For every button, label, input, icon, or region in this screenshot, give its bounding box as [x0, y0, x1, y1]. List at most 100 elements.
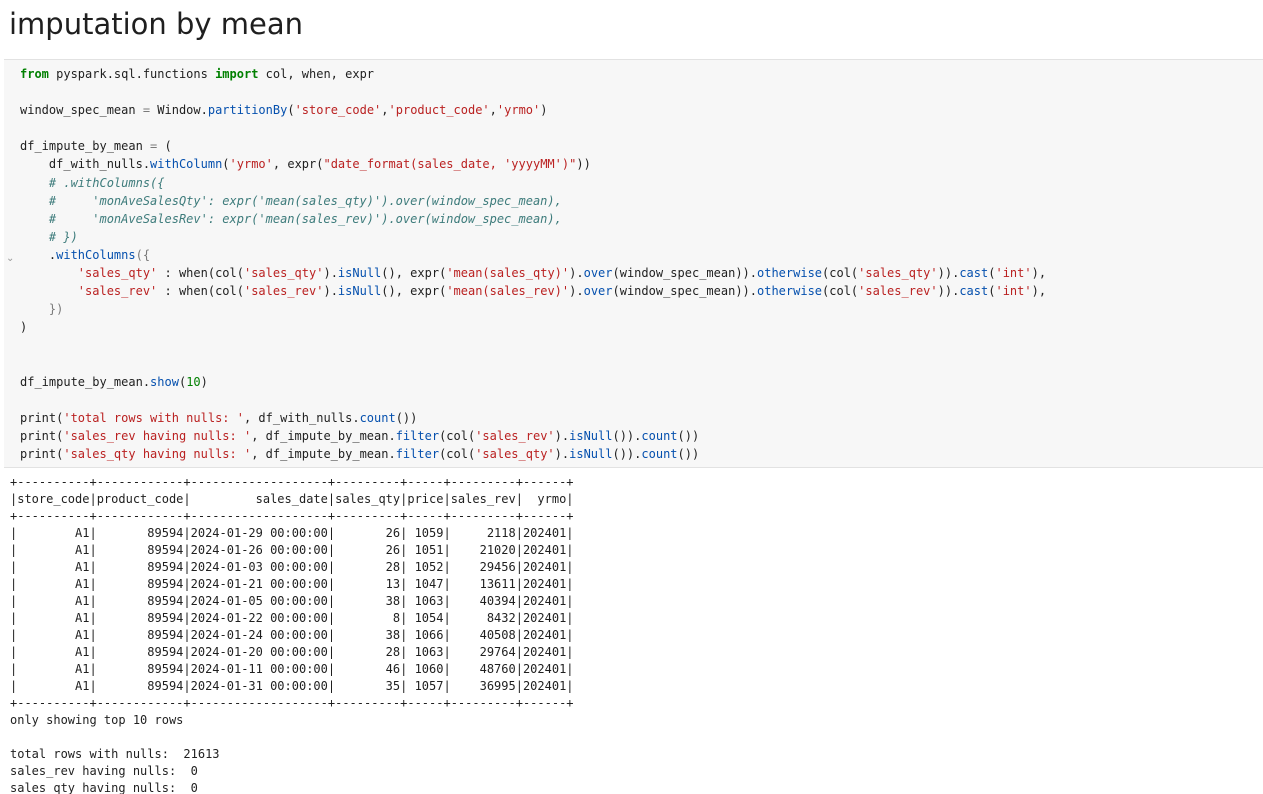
- code-token: show: [150, 374, 179, 389]
- code-token: (window_spec_mean)).: [612, 266, 758, 281]
- code-token: }): [48, 302, 64, 317]
- code-token: isNull: [569, 428, 613, 443]
- code-token: ,: [381, 103, 389, 118]
- code-token: (col(: [822, 284, 859, 299]
- code-token: ()).: [612, 428, 642, 443]
- code-token: ({: [135, 247, 151, 262]
- code-token: Window.: [150, 103, 208, 118]
- code-token: # 'monAveSalesRev': expr('mean(sales_rev…: [20, 211, 562, 226]
- code-token: # }): [20, 229, 78, 244]
- code-token: col, when, expr: [258, 67, 375, 81]
- code-line: # 'monAveSalesRev': expr('mean(sales_rev…: [20, 210, 1046, 228]
- code-line: print('total rows with nulls: ', df_with…: [20, 409, 1046, 427]
- code-token: , df_with_nulls.: [243, 410, 360, 425]
- code-line: print('sales_qty having nulls: ', df_imp…: [20, 445, 1046, 463]
- code-token: isNull: [337, 266, 382, 281]
- code-token: count: [641, 428, 678, 443]
- code-token: ).: [569, 266, 584, 281]
- code-token: (), expr(: [381, 266, 447, 281]
- code-token: (: [222, 157, 230, 172]
- code-token: isNull: [337, 284, 382, 299]
- code-token: ).: [554, 428, 570, 443]
- output-line: total rows with nulls: 21613: [10, 747, 220, 761]
- output-line: | A1| 89594|2024-01-20 00:00:00| 28| 106…: [10, 645, 574, 659]
- code-token: 'mean(sales_qty)': [446, 266, 570, 281]
- code-line: # .withColumns({: [20, 174, 1046, 192]
- code-line: ): [20, 318, 1046, 336]
- output-line: | A1| 89594|2024-01-21 00:00:00| 13| 104…: [10, 577, 574, 591]
- section-heading: imputation by mean: [9, 7, 304, 41]
- output-line: | A1| 89594|2024-01-03 00:00:00| 28| 105…: [10, 560, 574, 574]
- code-token: print(: [20, 410, 64, 425]
- code-line: from pyspark.sql.functions import col, w…: [20, 65, 1046, 83]
- code-token: 'sales_rev': [475, 428, 555, 443]
- code-token: df_impute_by_mean: [20, 139, 151, 154]
- code-token: ).: [323, 266, 338, 281]
- code-token: print(: [20, 446, 64, 461]
- code-token: (), expr(: [381, 284, 447, 299]
- code-token: ).: [554, 446, 570, 461]
- code-token: print(: [20, 428, 64, 443]
- code-token: 'sales_qty': [858, 266, 938, 281]
- code-token: , df_impute_by_mean.: [251, 428, 396, 443]
- code-token: 'sales_rev': [77, 284, 158, 299]
- code-line: print('sales_rev having nulls: ', df_imp…: [20, 427, 1046, 445]
- code-token: count: [641, 446, 678, 461]
- code-token: 'total rows with nulls: ': [63, 410, 244, 425]
- code-token: : when(col(: [157, 284, 244, 299]
- output-line: sales_rev having nulls: 0: [10, 764, 198, 778]
- code-token: (: [287, 103, 295, 118]
- code-line: df_with_nulls.withColumn('yrmo', expr("d…: [20, 155, 1046, 173]
- code-token: 'mean(sales_rev)': [446, 284, 570, 299]
- code-line: # 'monAveSalesQty': expr('mean(sales_qty…: [20, 192, 1046, 210]
- code-token: ): [20, 320, 28, 335]
- code-token: 'product_code': [388, 103, 490, 118]
- code-token: partitionBy: [207, 103, 288, 118]
- code-token: (col(: [439, 428, 476, 443]
- code-token: 'sales_qty': [243, 266, 324, 281]
- code-token: df_with_nulls.: [20, 157, 151, 172]
- code-token: ),: [1031, 284, 1047, 299]
- code-token: ).: [323, 284, 338, 299]
- code-line: 'sales_qty' : when(col('sales_qty').isNu…: [20, 264, 1046, 282]
- code-token: 'sales_qty having nulls: ': [63, 446, 252, 461]
- code-token: (window_spec_mean)).: [612, 284, 758, 299]
- code-token: =: [142, 103, 151, 118]
- code-cell[interactable]: ⌄ from pyspark.sql.functions import col,…: [4, 59, 1263, 468]
- code-token: .: [20, 247, 57, 262]
- code-token: 'sales_qty': [77, 266, 158, 281]
- code-line: 'sales_rev' : when(col('sales_rev').isNu…: [20, 282, 1046, 300]
- code-token: over: [583, 266, 613, 281]
- fold-chevron-icon[interactable]: ⌄: [6, 253, 14, 265]
- code-token: pyspark.sql.functions: [48, 67, 216, 81]
- code-token: ()): [677, 428, 700, 443]
- code-token: cast: [959, 284, 989, 299]
- code-line: # }): [20, 228, 1046, 246]
- code-line: df_impute_by_mean = (: [20, 137, 1046, 155]
- code-token: 'int': [995, 266, 1032, 281]
- code-line: df_impute_by_mean.show(10): [20, 373, 1046, 391]
- code-token: , df_impute_by_mean.: [251, 446, 396, 461]
- code-token: ),: [1031, 266, 1047, 281]
- code-line: .withColumns({: [20, 246, 1046, 264]
- code-editor[interactable]: from pyspark.sql.functions import col, w…: [20, 65, 1046, 463]
- code-token: , expr(: [272, 157, 324, 172]
- output-line: only showing top 10 rows: [10, 713, 184, 727]
- code-token: (col(: [439, 446, 476, 461]
- code-token: )): [576, 157, 591, 172]
- code-token: ()): [677, 446, 700, 461]
- code-token: ()).: [612, 446, 642, 461]
- code-line: }): [20, 300, 1046, 318]
- code-gutter: ⌄: [4, 60, 14, 467]
- code-line: window_spec_mean = Window.partitionBy('s…: [20, 101, 1046, 119]
- code-token: # 'monAveSalesQty': expr('mean(sales_qty…: [20, 193, 562, 208]
- code-token: isNull: [569, 446, 613, 461]
